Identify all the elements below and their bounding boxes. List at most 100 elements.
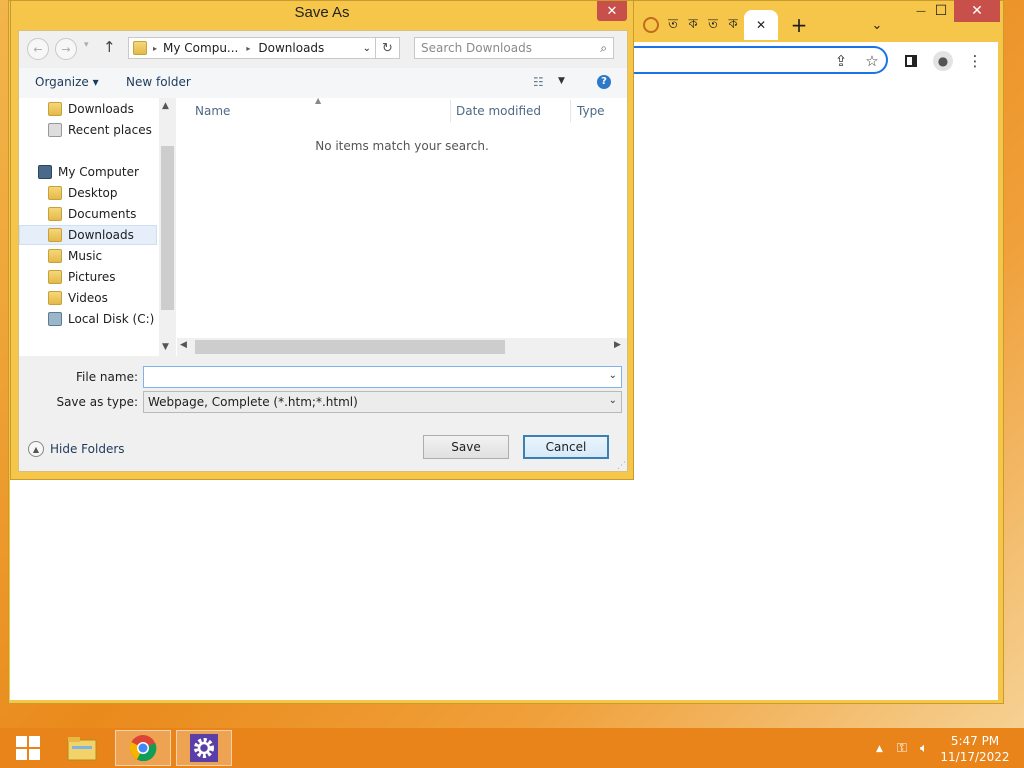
tab-3[interactable]: ত — [704, 10, 722, 40]
chevron-down-icon[interactable]: ⌄ — [609, 395, 617, 406]
nav-item-local-disk[interactable]: Local Disk (C:) — [48, 309, 154, 329]
scroll-right-icon[interactable]: ▶ — [614, 340, 621, 350]
address-dropdown-icon[interactable]: ⌄ — [363, 43, 371, 54]
window-close-button[interactable]: ✕ — [954, 0, 1000, 22]
sidebar-icon[interactable] — [898, 48, 924, 74]
tab-label: ক — [728, 16, 738, 32]
file-explorer-icon — [67, 737, 97, 761]
refresh-button[interactable]: ↻ — [376, 37, 400, 59]
settings-taskbar-button[interactable] — [176, 730, 232, 766]
file-explorer-taskbar-button[interactable] — [54, 730, 110, 766]
nav-item-label: Downloads — [68, 228, 134, 242]
file-name-input[interactable]: ⌄ — [143, 366, 622, 388]
cancel-button[interactable]: Cancel — [523, 435, 609, 459]
breadcrumb-my-computer[interactable]: My Compu... — [163, 41, 238, 55]
local-disk-icon — [48, 312, 62, 326]
back-arrow-icon: ← — [33, 42, 43, 56]
tab-active[interactable]: ✕ — [744, 10, 778, 40]
chrome-icon — [129, 735, 157, 762]
nav-item-my-computer[interactable]: My Computer — [38, 162, 139, 182]
nav-item-downloads[interactable]: Downloads — [48, 225, 134, 245]
volume-icon[interactable]: 🔈︎ — [920, 741, 928, 756]
nav-item-documents[interactable]: Documents — [48, 204, 136, 224]
clock[interactable]: 5:47 PM 11/17/2022 — [940, 733, 1010, 765]
resize-grip-icon[interactable]: ⋰ — [617, 461, 626, 471]
breadcrumb-chevron-icon: ▸ — [153, 43, 158, 53]
nav-item-desktop[interactable]: Desktop — [48, 183, 118, 203]
nav-item-downloads-favorite[interactable]: Downloads — [48, 99, 134, 119]
column-header-date-modified[interactable]: Date modified — [456, 104, 541, 118]
recent-places-icon — [48, 123, 62, 137]
nav-item-music[interactable]: Music — [48, 246, 102, 266]
file-scroll-thumb[interactable] — [195, 340, 505, 354]
nav-item-label: Downloads — [68, 102, 134, 116]
menu-icon[interactable]: ⋮ — [962, 48, 988, 74]
refresh-icon: ↻ — [382, 40, 393, 56]
downloads-folder-icon — [48, 102, 62, 116]
nav-item-label: Local Disk (C:) — [68, 312, 155, 326]
forward-button[interactable]: → — [55, 38, 77, 60]
close-tab-icon[interactable]: ✕ — [756, 18, 766, 32]
nav-item-label: My Computer — [58, 165, 139, 179]
clock-time: 5:47 PM — [950, 734, 1000, 748]
nav-item-label: Videos — [68, 291, 108, 305]
view-options-icon[interactable]: ☷ — [533, 75, 544, 89]
nav-item-label: Documents — [68, 207, 137, 221]
tab-2[interactable]: ক — [684, 10, 702, 40]
chevron-down-icon[interactable]: ⌄ — [609, 370, 617, 381]
nav-item-label: Desktop — [68, 186, 118, 200]
up-arrow-icon: ↑ — [103, 38, 116, 56]
save-as-type-select[interactable]: Webpage, Complete (*.htm;*.html) ⌄ — [143, 391, 622, 413]
column-divider[interactable] — [450, 100, 451, 122]
search-input[interactable]: Search Downloads — [421, 41, 532, 55]
empty-message: No items match your search. — [315, 139, 489, 153]
search-icon: ⌕ — [600, 40, 607, 55]
close-icon: ✕ — [971, 3, 983, 19]
nav-item-pictures[interactable]: Pictures — [48, 267, 116, 287]
star-icon[interactable]: ☆ — [859, 48, 885, 74]
save-button[interactable]: Save — [423, 435, 509, 459]
recent-locations-chevron-icon[interactable]: ▾ — [84, 40, 89, 50]
downloads-folder-icon — [133, 41, 147, 55]
show-hidden-icons-icon[interactable]: ▲ — [876, 744, 883, 754]
nav-item-recent-places[interactable]: Recent places — [48, 120, 152, 140]
profile-icon[interactable]: ● — [930, 48, 956, 74]
tab-1[interactable]: ত — [664, 10, 682, 40]
tab-favicon[interactable] — [640, 10, 662, 40]
tab-4[interactable]: ক — [724, 10, 742, 40]
column-header-name[interactable]: Name — [195, 104, 230, 118]
column-divider[interactable] — [570, 100, 571, 122]
scroll-down-icon[interactable]: ▼ — [162, 342, 169, 352]
dialog-close-button[interactable]: ✕ — [597, 1, 627, 21]
documents-folder-icon — [48, 207, 62, 221]
hide-folders-button[interactable]: ▲ Hide Folders — [28, 441, 125, 457]
share-icon[interactable]: ⇪ — [828, 48, 854, 74]
organize-button[interactable]: Organize ▾ — [35, 75, 99, 89]
tab-icon — [643, 17, 659, 33]
start-button[interactable] — [0, 730, 56, 766]
gear-icon — [190, 734, 218, 762]
tab-label: ক — [688, 16, 698, 32]
downloads-folder-icon — [48, 228, 62, 242]
chrome-taskbar-button[interactable] — [115, 730, 171, 766]
network-icon[interactable]: ⚿ — [897, 741, 907, 756]
new-tab-button[interactable]: + — [786, 10, 812, 40]
dialog-title: Save As — [294, 4, 350, 21]
nav-scroll-thumb[interactable] — [161, 146, 174, 310]
search-box[interactable]: Search Downloads ⌕ — [414, 37, 614, 59]
windows-logo-icon — [16, 736, 40, 760]
address-bar[interactable]: ▸ My Compu... ▸ Downloads ⌄ — [128, 37, 376, 59]
help-icon[interactable]: ? — [597, 75, 611, 89]
scroll-up-icon[interactable]: ▲ — [162, 101, 169, 111]
tab-search-button[interactable]: ⌄ — [864, 10, 890, 40]
breadcrumb-downloads[interactable]: Downloads — [258, 41, 324, 55]
scroll-left-icon[interactable]: ◀ — [180, 340, 187, 350]
view-dropdown-icon[interactable]: ▼ — [558, 76, 565, 86]
new-folder-button[interactable]: New folder — [126, 75, 191, 89]
nav-item-videos[interactable]: Videos — [48, 288, 108, 308]
file-list-pane — [177, 98, 627, 356]
plus-icon: + — [790, 13, 808, 37]
up-button[interactable]: ↑ — [103, 38, 116, 56]
column-header-type[interactable]: Type — [577, 104, 605, 118]
back-button[interactable]: ← — [27, 38, 49, 60]
